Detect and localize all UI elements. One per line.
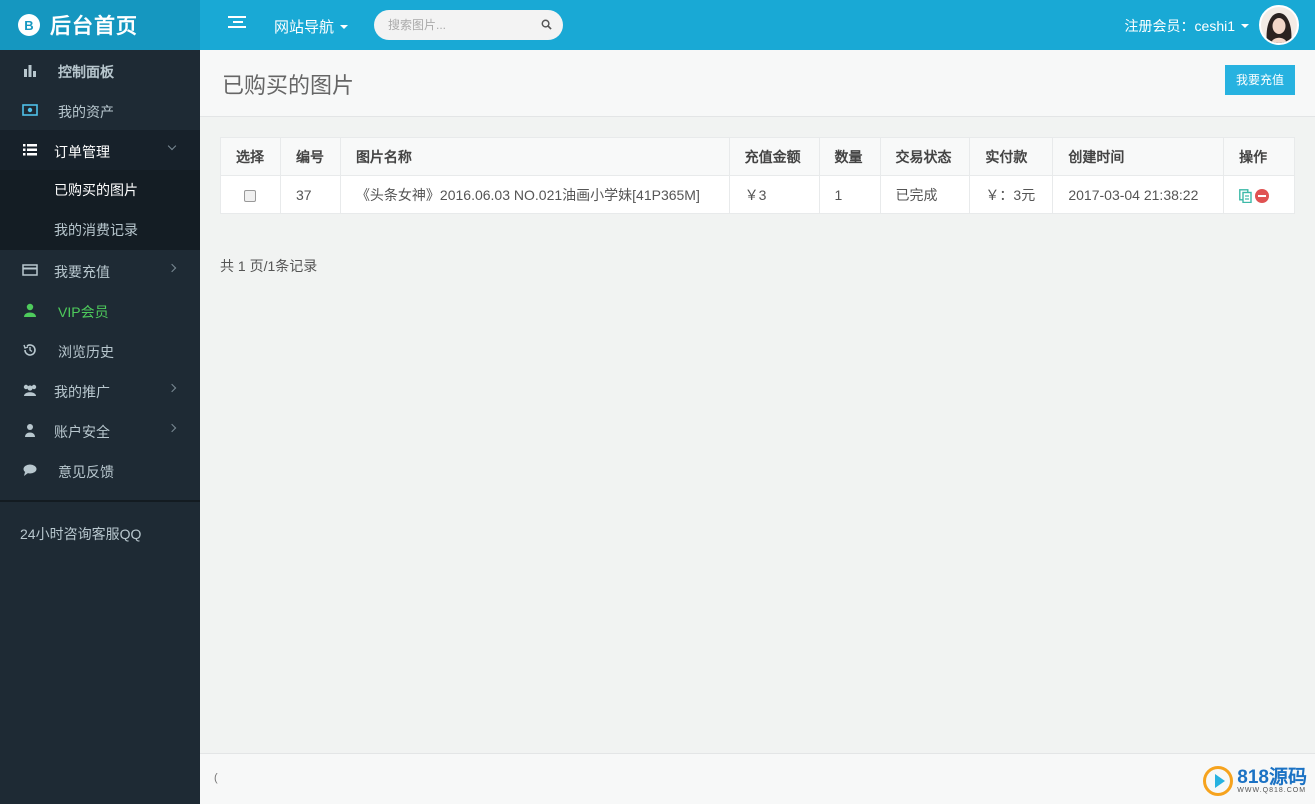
user-label: 注册会员：ceshi1 (1124, 18, 1235, 34)
avatar[interactable] (1259, 5, 1299, 45)
money-icon (22, 104, 38, 116)
orders-table: 选择 编号 图片名称 充值金额 数量 交易状态 实付款 创建时间 操作 37 《… (220, 137, 1295, 214)
customer-service-qq[interactable]: 24小时咨询客服QQ (20, 524, 141, 544)
sidebar-item-dashboard[interactable]: 控制面板 (0, 50, 200, 90)
col-header-actions: 操作 (1223, 137, 1295, 176)
sidebar-subitem-purchased-images[interactable]: 已购买的图片 (0, 170, 200, 210)
sidebar-item-vip[interactable]: VIP会员 (0, 290, 200, 330)
sidebar-item-label: 订单管理 (54, 144, 110, 160)
sidebar-toggle-icon[interactable] (228, 16, 246, 34)
sidebar: 控制面板 我的资产 订单管理 已购买的图片 我的消费记录 我要充值 VIP会员 (0, 50, 200, 804)
site-nav-dropdown[interactable]: 网站导航 (274, 16, 349, 37)
brand[interactable]: B 后台首页 (0, 0, 200, 50)
row-checkbox[interactable] (244, 189, 257, 202)
sidebar-item-history[interactable]: 浏览历史 (0, 330, 200, 370)
pagination-summary: 共 1 页/1条记录 (220, 258, 318, 274)
col-header-amount: 充值金额 (728, 137, 820, 176)
col-header-quantity: 数量 (818, 137, 881, 176)
credit-card-icon (22, 264, 38, 276)
search-icon[interactable] (541, 19, 552, 30)
brand-title[interactable]: 后台首页 (50, 10, 138, 40)
sidebar-item-label: 我要充值 (54, 264, 110, 280)
avatar-image (1261, 7, 1297, 43)
cell-status: 已完成 (879, 175, 971, 214)
sidebar-subitem-spending-records[interactable]: 我的消费记录 (0, 210, 200, 250)
history-icon (23, 344, 36, 356)
col-header-created: 创建时间 (1052, 137, 1225, 176)
page-title: 已购买的图片 (222, 73, 355, 98)
footer-text: ( (214, 772, 218, 784)
cell-actions (1223, 175, 1295, 214)
watermark-brand: 818源码 (1237, 767, 1307, 788)
cell-amount: ￥3 (728, 175, 820, 214)
cell-created: 2017-03-04 21:38:22 (1052, 175, 1225, 214)
sidebar-item-label: 我的资产 (58, 104, 114, 120)
col-header-paid: 实付款 (969, 137, 1054, 176)
orders-table-wrapper: 选择 编号 图片名称 充值金额 数量 交易状态 实付款 创建时间 操作 37 《… (220, 137, 1295, 214)
cell-quantity: 1 (818, 175, 881, 214)
sidebar-item-security[interactable]: 账户安全 (0, 410, 200, 450)
caret-down-icon (1241, 24, 1249, 28)
sidebar-item-label: 意见反馈 (58, 464, 114, 480)
sidebar-item-label: 我的推广 (54, 384, 110, 400)
table-row: 37 《头条女神》2016.06.03 NO.021油画小学妹[41P365M]… (220, 175, 1295, 214)
comment-icon (23, 464, 37, 476)
cell-name: 《头条女神》2016.06.03 NO.021油画小学妹[41P365M] (339, 175, 730, 214)
sidebar-item-feedback[interactable]: 意见反馈 (0, 450, 200, 490)
bar-chart-icon (24, 65, 36, 77)
orders-submenu: 已购买的图片 我的消费记录 (0, 170, 200, 250)
footer: ( 818源码 WWW.Q818.COM (200, 753, 1315, 804)
list-icon (23, 144, 37, 156)
sidebar-item-label: 浏览历史 (58, 344, 114, 360)
sidebar-item-recharge[interactable]: 我要充值 (0, 250, 200, 290)
watermark-logo: 818源码 WWW.Q818.COM (1203, 766, 1307, 796)
col-header-id: 编号 (279, 137, 341, 176)
bitcoin-icon: B (18, 14, 40, 36)
copy-icon[interactable] (1239, 188, 1252, 203)
user-shield-icon (25, 424, 35, 437)
watermark-url: WWW.Q818.COM (1237, 787, 1307, 794)
cell-paid: ￥：3元 (969, 175, 1054, 214)
chevron-down-icon (167, 141, 177, 151)
user-menu[interactable]: 注册会员：ceshi1 (1125, 16, 1249, 36)
col-header-status: 交易状态 (879, 137, 971, 176)
col-header-name: 图片名称 (339, 137, 730, 176)
user-icon (24, 303, 36, 317)
watermark-text: 818源码 WWW.Q818.COM (1237, 768, 1307, 794)
sidebar-item-promotion[interactable]: 我的推广 (0, 370, 200, 410)
site-nav-label: 网站导航 (274, 19, 335, 36)
chevron-right-icon (167, 423, 177, 433)
sidebar-item-label: 控制面板 (58, 64, 114, 80)
sidebar-item-orders[interactable]: 订单管理 (0, 130, 200, 170)
top-navbar: B 后台首页 网站导航 注册会员：ceshi1 (0, 0, 1315, 50)
caret-down-icon (340, 24, 349, 29)
sidebar-divider (0, 500, 200, 502)
search-box (374, 10, 563, 40)
chevron-right-icon (167, 383, 177, 393)
row-select-cell (220, 175, 281, 214)
table-header-row: 选择 编号 图片名称 充值金额 数量 交易状态 实付款 创建时间 操作 (220, 137, 1295, 176)
content-header: 已购买的图片 我要充值 (200, 50, 1315, 117)
recharge-button[interactable]: 我要充值 (1225, 65, 1295, 95)
col-header-select: 选择 (220, 137, 281, 176)
sidebar-item-label: VIP会员 (58, 304, 109, 320)
users-icon (23, 384, 37, 396)
search-input[interactable] (388, 10, 538, 40)
sidebar-item-assets[interactable]: 我的资产 (0, 90, 200, 130)
play-logo-icon (1203, 766, 1234, 796)
cell-id: 37 (279, 175, 341, 214)
chevron-right-icon (167, 263, 177, 273)
sidebar-item-label: 账户安全 (54, 424, 110, 440)
delete-icon[interactable] (1255, 188, 1270, 203)
